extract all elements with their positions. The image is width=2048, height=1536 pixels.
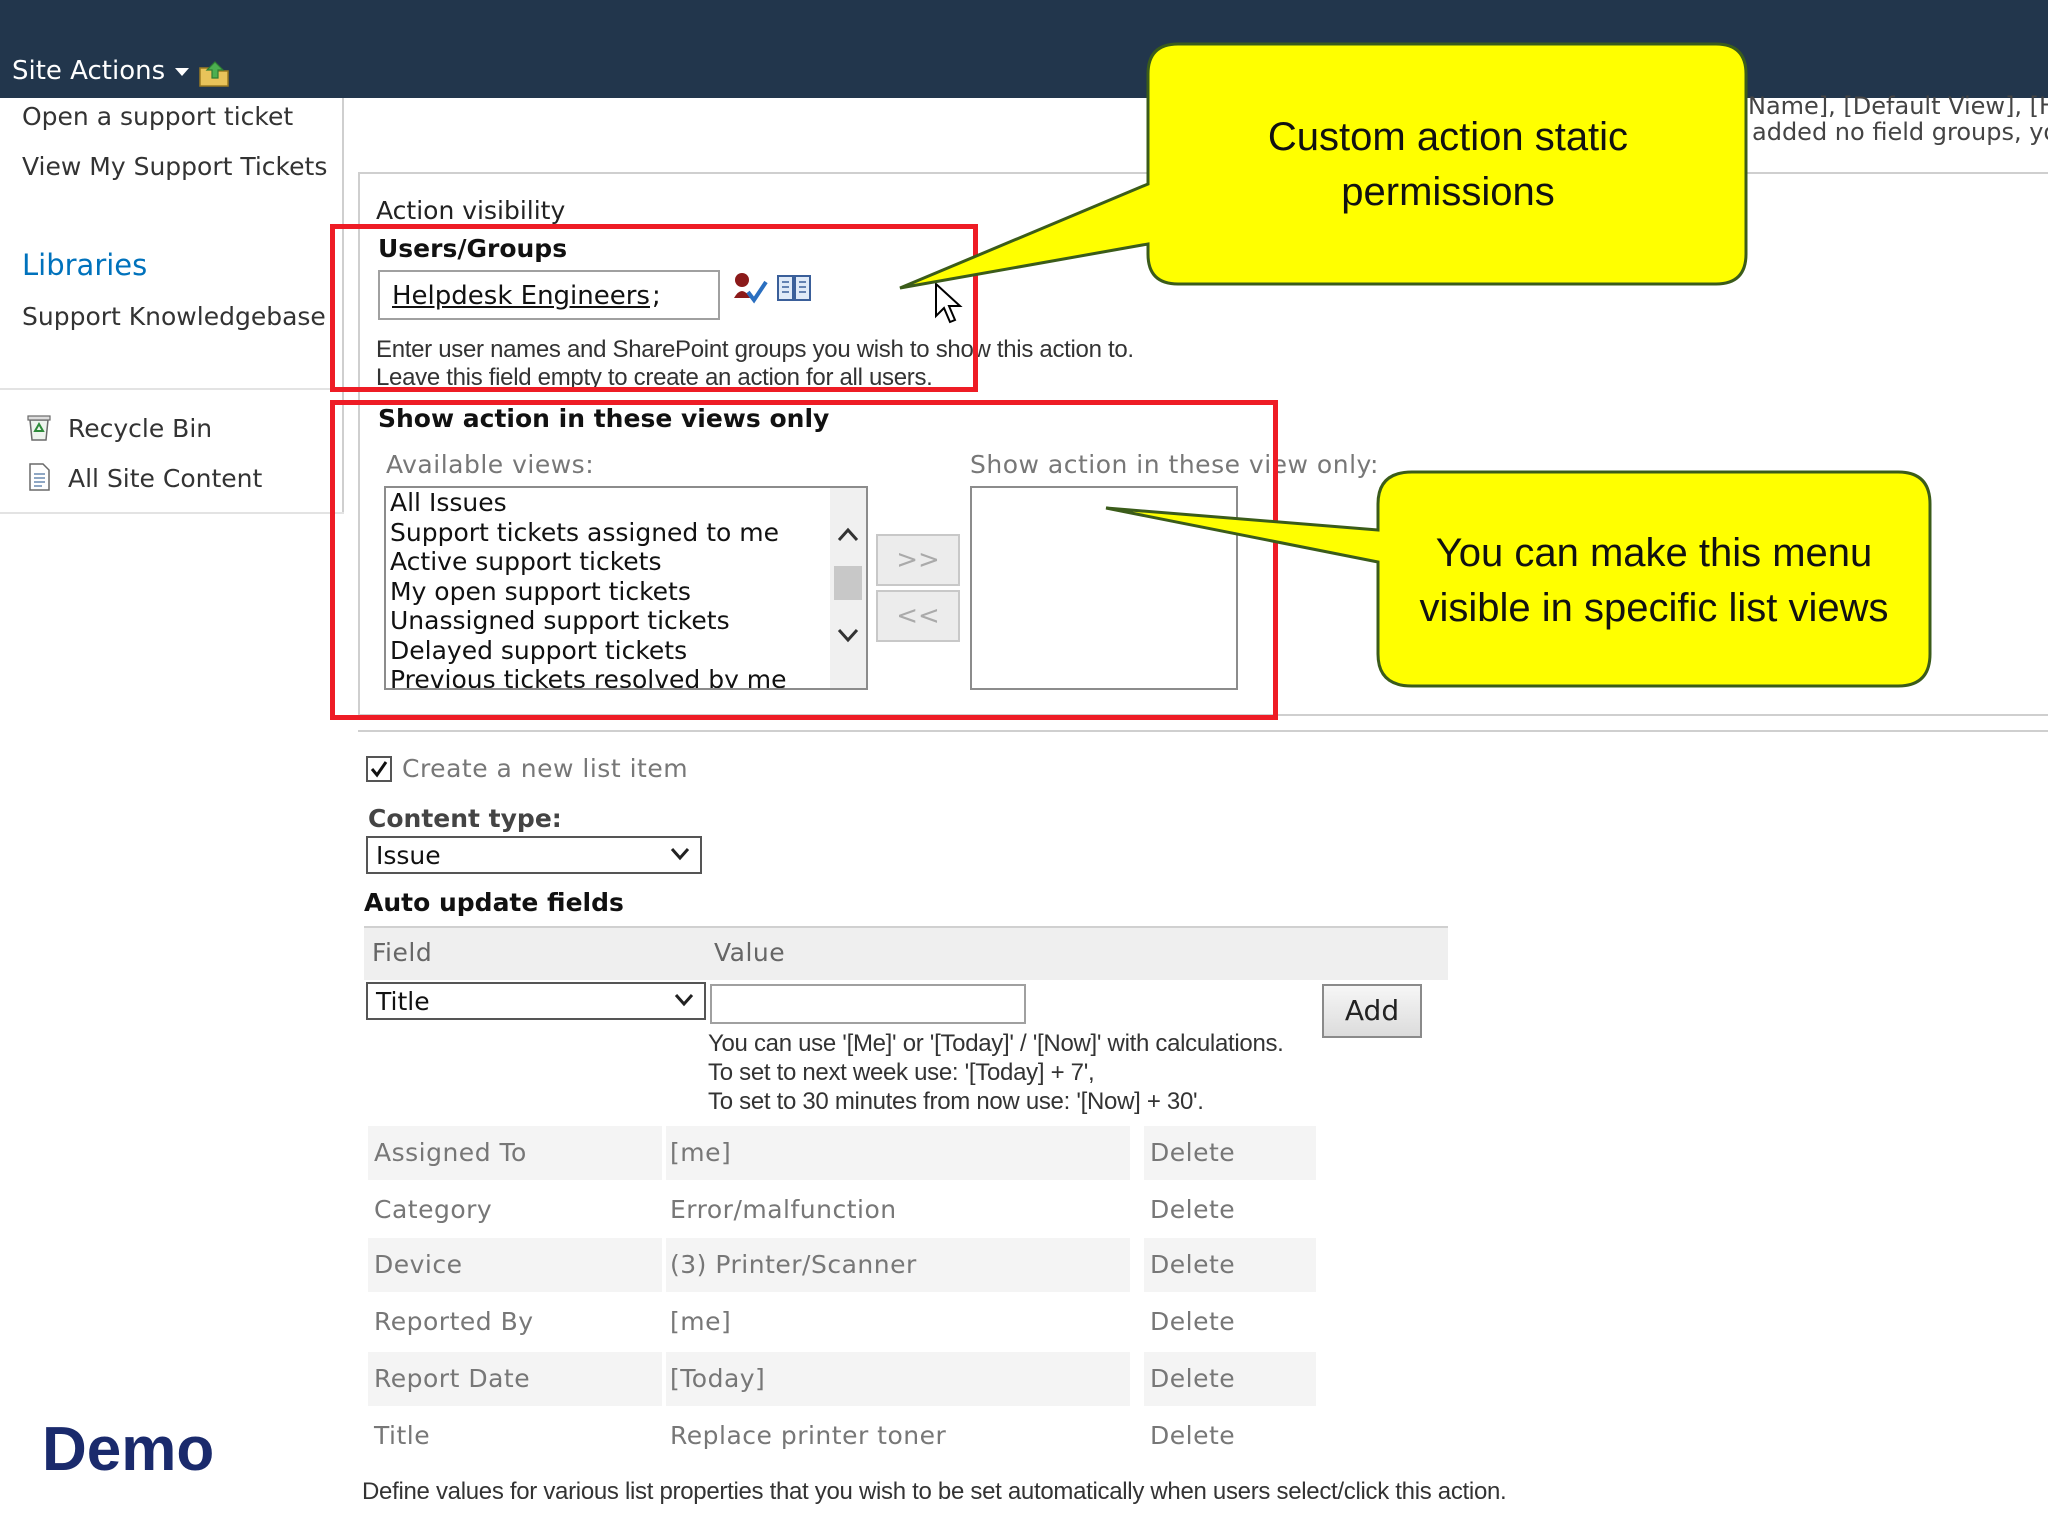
chevron-down-icon <box>670 848 690 861</box>
nav-separator-bottom <box>0 512 344 514</box>
table-cell-action: Delete <box>1144 1352 1316 1406</box>
table-cell-value: (3) Printer/Scanner <box>666 1238 1130 1292</box>
chevron-down-icon <box>674 994 694 1007</box>
auto-update-label: Auto update fields <box>364 888 624 917</box>
ribbon-bar <box>0 0 2048 98</box>
row-field: Assigned To <box>374 1138 527 1167</box>
content-type-select[interactable]: Issue <box>366 836 702 874</box>
description-text-line2: added no field groups, you <box>1752 118 2048 146</box>
table-cell-field: Category <box>368 1183 662 1237</box>
table-cell-action: Delete <box>1144 1126 1316 1180</box>
nav-separator <box>0 388 344 390</box>
field-select-value: Title <box>376 987 430 1016</box>
permissions-callout-line2: permissions <box>1341 170 1555 214</box>
value-hint-line1: You can use '[Me]' or '[Today]' / '[Now]… <box>708 1030 1284 1057</box>
row-field: Reported By <box>374 1307 534 1336</box>
recycle-bin-icon <box>27 415 51 441</box>
permissions-callout-line1: Custom action static <box>1267 115 1629 159</box>
nav-link-my-tickets[interactable]: View My Support Tickets <box>22 152 327 181</box>
nav-link-knowledgebase[interactable]: Support Knowledgebase <box>22 302 326 331</box>
create-item-checkbox[interactable] <box>366 756 392 782</box>
nav-link-open-ticket[interactable]: Open a support ticket <box>22 102 293 131</box>
delete-row-link[interactable]: Delete <box>1150 1250 1235 1279</box>
field-column-header: Field <box>372 938 433 967</box>
highlight-users-groups <box>330 224 978 392</box>
fields-grid-header: Field Value <box>364 926 1448 980</box>
table-cell-field: Report Date <box>368 1352 662 1406</box>
mouse-cursor-icon <box>935 282 963 324</box>
row-value: Replace printer toner <box>670 1421 947 1450</box>
table-cell-value: [me] <box>666 1295 1130 1349</box>
content-type-label: Content type: <box>368 804 562 833</box>
auto-update-footnote: Define values for various list propertie… <box>362 1478 1507 1505</box>
site-content-icon <box>29 463 50 491</box>
table-cell-value: [me] <box>666 1126 1130 1180</box>
site-actions-label: Site Actions <box>12 56 166 86</box>
delete-row-link[interactable]: Delete <box>1150 1364 1235 1393</box>
row-value: [me] <box>670 1138 732 1167</box>
delete-row-link[interactable]: Delete <box>1150 1138 1235 1167</box>
navigate-up-icon[interactable] <box>198 58 232 88</box>
slide-demo-label: Demo <box>42 1415 215 1484</box>
table-cell-value: Replace printer toner <box>666 1409 1130 1463</box>
row-value: [Today] <box>670 1364 766 1393</box>
chevron-down-icon <box>175 67 190 76</box>
value-hint-line3: To set to 30 minutes from now use: '[Now… <box>708 1088 1204 1115</box>
views-callout-line1: You can make this menu <box>1435 531 1873 575</box>
description-text-line1: Name], [Default View], [Ho <box>1748 92 2048 120</box>
table-cell-action: Delete <box>1144 1295 1316 1349</box>
site-actions-menu[interactable]: Site Actions <box>12 56 190 86</box>
table-cell-action: Delete <box>1144 1183 1316 1237</box>
content-type-value: Issue <box>376 841 441 870</box>
row-value: (3) Printer/Scanner <box>670 1250 917 1279</box>
table-cell-action: Delete <box>1144 1238 1316 1292</box>
value-hint-line2: To set to next week use: '[Today] + 7', <box>708 1059 1095 1086</box>
row-value: [me] <box>670 1307 732 1336</box>
delete-row-link[interactable]: Delete <box>1150 1421 1235 1450</box>
delete-row-link[interactable]: Delete <box>1150 1195 1235 1224</box>
views-callout: You can make this menu visible in specif… <box>1380 526 1928 636</box>
fields-table: Assigned To [me] Delete Category Error/m… <box>368 1126 1316 1472</box>
value-input[interactable] <box>710 984 1026 1024</box>
fieldset-legend: Action visibility <box>372 196 570 225</box>
row-value: Error/malfunction <box>670 1195 897 1224</box>
views-callout-line2: visible in specific list views <box>1419 586 1889 630</box>
table-cell-field: Assigned To <box>368 1126 662 1180</box>
nav-link-recycle-bin[interactable]: Recycle Bin <box>68 414 212 443</box>
table-cell-field: Device <box>368 1238 662 1292</box>
table-cell-field: Title <box>368 1409 662 1463</box>
permissions-callout: Custom action static permissions <box>1150 110 1746 220</box>
table-cell-value: [Today] <box>666 1352 1130 1406</box>
add-field-button[interactable]: Add <box>1322 984 1422 1038</box>
table-cell-field: Reported By <box>368 1295 662 1349</box>
checkmark-icon <box>370 761 388 778</box>
highlight-views <box>330 400 1278 720</box>
row-field: Category <box>374 1195 493 1224</box>
nav-link-all-site-content[interactable]: All Site Content <box>68 464 262 493</box>
row-field: Report Date <box>374 1364 531 1393</box>
table-cell-value: Error/malfunction <box>666 1183 1130 1237</box>
value-column-header: Value <box>714 938 786 967</box>
table-cell-action: Delete <box>1144 1409 1316 1463</box>
row-field: Title <box>374 1421 431 1450</box>
create-item-label: Create a new list item <box>402 754 689 783</box>
row-field: Device <box>374 1250 463 1279</box>
section-rule-bottom <box>358 730 2048 732</box>
field-select[interactable]: Title <box>366 982 706 1020</box>
delete-row-link[interactable]: Delete <box>1150 1307 1235 1336</box>
nav-heading-libraries[interactable]: Libraries <box>22 248 147 282</box>
